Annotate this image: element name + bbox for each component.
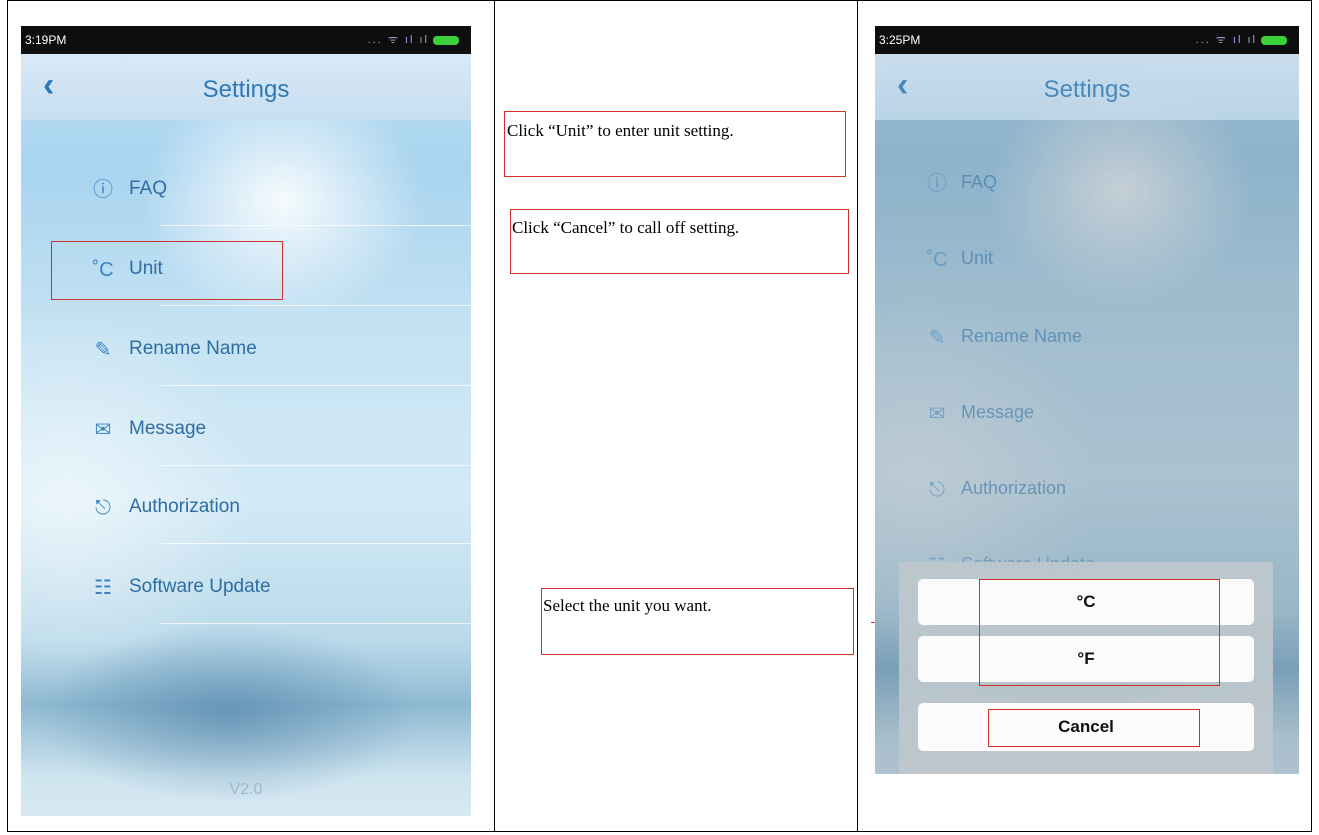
pencil-icon: ✎ <box>928 327 946 349</box>
status-icons: ... ᯤ ıl ıl <box>1196 32 1287 47</box>
menu-item-faq[interactable]: ⓘ FAQ <box>875 150 1299 220</box>
divider <box>161 465 471 466</box>
info-icon: ⓘ <box>927 173 947 195</box>
globe-icon: ☷ <box>94 577 112 599</box>
envelope-icon: ✉ <box>928 403 946 425</box>
annotation-unit: Click “Unit” to enter unit setting. <box>507 121 734 140</box>
nav-header: ‹ Settings <box>21 54 471 120</box>
menu-item-software-update[interactable]: ☷ Software Update <box>21 554 471 624</box>
annotation-select: Select the unit you want. <box>543 596 712 615</box>
cancel-highlight-box <box>988 709 1200 747</box>
divider <box>161 623 471 624</box>
menu-item-unit[interactable]: ˚C Unit <box>875 226 1299 296</box>
lock-icon: ⎋ <box>929 479 945 501</box>
status-bar: 3:19PM ... ᯤ ıl ıl <box>21 26 471 54</box>
menu-item-faq[interactable]: ⓘ FAQ <box>21 156 471 226</box>
divider <box>161 543 471 544</box>
menu-item-rename[interactable]: ✎ Rename Name <box>875 304 1299 374</box>
battery-icon <box>1261 35 1287 45</box>
pencil-icon: ✎ <box>94 339 112 361</box>
divider <box>161 225 471 226</box>
menu-item-label: Rename Name <box>129 338 257 359</box>
battery-icon <box>433 35 459 45</box>
envelope-icon: ✉ <box>94 419 112 441</box>
lock-icon: ⎋ <box>95 497 111 519</box>
menu-item-label: Authorization <box>961 478 1067 498</box>
nav-header: ‹ Settings <box>875 54 1299 120</box>
menu-item-label: Unit <box>961 248 994 268</box>
page-title: Settings <box>202 76 290 103</box>
status-bar: 3:25PM ... ᯤ ıl ıl <box>875 26 1299 54</box>
menu-item-message[interactable]: ✉ Message <box>875 380 1299 450</box>
version-label: V2.0 <box>229 781 263 798</box>
divider <box>161 305 471 306</box>
page-title: Settings <box>1043 76 1131 103</box>
unit-options-highlight-box <box>979 579 1220 686</box>
menu-item-label: FAQ <box>129 178 168 199</box>
divider <box>161 385 471 386</box>
menu-item-label: Rename Name <box>961 326 1083 346</box>
menu-item-authorization[interactable]: ⎋ Authorization <box>875 456 1299 526</box>
menu-item-label: Message <box>129 418 207 439</box>
info-icon: ⓘ <box>93 179 113 201</box>
menu-item-rename[interactable]: ✎ Rename Name <box>21 316 471 386</box>
left-phone-screenshot: 3:19PM ... ᯤ ıl ıl ‹ Settings ⓘ FAQ ˚C U… <box>21 26 471 816</box>
menu-item-authorization[interactable]: ⎋ Authorization <box>21 474 471 544</box>
status-time: 3:19PM <box>25 33 67 47</box>
annotation-cancel: Click “Cancel” to call off setting. <box>512 218 740 237</box>
menu-item-label: FAQ <box>961 172 998 192</box>
unit-highlight-box <box>51 241 283 300</box>
celsius-icon: ˚C <box>926 249 948 271</box>
menu-item-message[interactable]: ✉ Message <box>21 396 471 466</box>
menu-item-label: Authorization <box>129 496 240 517</box>
status-time: 3:25PM <box>879 33 921 47</box>
column-divider <box>494 0 495 832</box>
menu-item-label: Software Update <box>129 576 271 597</box>
status-icons: ... ᯤ ıl ıl <box>368 32 459 47</box>
menu-item-label: Message <box>961 402 1035 422</box>
column-divider <box>857 0 858 832</box>
